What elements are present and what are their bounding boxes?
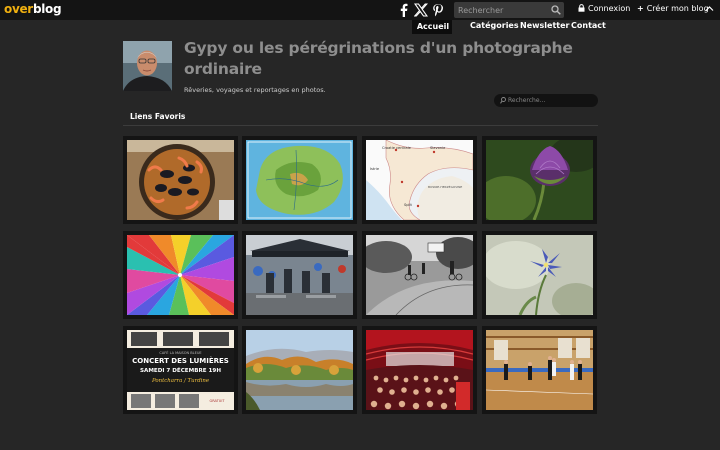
thumbnail-market-tent (246, 235, 353, 315)
blog-tagline: Rêveries, voyages et reportages en photo… (184, 86, 326, 94)
favorite-link-market-tent[interactable] (242, 231, 357, 319)
overblog-topbar: overblog Connexion +Créer mon blog (0, 0, 720, 20)
plus-icon: + (637, 4, 644, 13)
map-label-split: Split (404, 203, 413, 207)
favorite-link-bw-cyclists[interactable] (362, 231, 477, 319)
divider (123, 125, 598, 126)
favorite-link-artichoke-flower[interactable] (482, 136, 597, 224)
favorite-link-croatia-map[interactable]: Croatie centrale Slavonie BOSNIE-HERZÉGO… (362, 136, 477, 224)
blog-title[interactable]: Gypy ou les pérégrinations d'un photogra… (184, 38, 604, 80)
map-label-bosnie: BOSNIE-HERZÉGOVINE (428, 184, 462, 189)
favorite-link-concert-poster[interactable]: CAFÉ LA MAISON BLEUE CONCERT DES LUMIÈRE… (123, 326, 238, 414)
facebook-icon[interactable] (397, 3, 411, 17)
thumbnail-color-rays (127, 235, 234, 315)
map-label-croatie: Croatie centrale (382, 146, 412, 150)
creer-blog-label: Créer mon blog (646, 4, 709, 13)
lock-icon (578, 4, 585, 12)
blog-search-input[interactable] (508, 94, 594, 107)
blog-nav: Accueil Catégories Newsletter Contact (0, 20, 720, 34)
thumbnail-concert-poster: CAFÉ LA MAISON BLEUE CONCERT DES LUMIÈRE… (127, 330, 234, 410)
favorite-link-color-rays[interactable] (123, 231, 238, 319)
nav-categories[interactable]: Catégories (470, 21, 519, 30)
overblog-search-box (454, 2, 564, 18)
poster-date: SAMEDI 7 DÉCEMBRE 19H (140, 366, 221, 374)
overblog-logo[interactable]: overblog (4, 2, 62, 16)
search-icon (500, 97, 506, 104)
favorite-link-blue-flower[interactable] (482, 231, 597, 319)
pinterest-icon[interactable] (431, 3, 445, 17)
overblog-search-input[interactable] (454, 2, 546, 18)
chevron-up-icon[interactable] (705, 5, 714, 12)
favorite-link-theater[interactable] (362, 326, 477, 414)
favorite-link-paella[interactable] (123, 136, 238, 224)
thumbnail-artichoke-flower (486, 140, 593, 220)
section-heading: Liens Favoris (130, 112, 186, 121)
map-label-slavonie: Slavonie (430, 146, 446, 150)
connexion-label: Connexion (588, 4, 631, 13)
author-avatar[interactable] (123, 41, 172, 91)
nav-accueil[interactable]: Accueil (412, 20, 452, 34)
connexion-link[interactable]: Connexion (578, 4, 630, 13)
creer-blog-link[interactable]: + Créer mon blog (637, 4, 709, 13)
thumbnail-blue-flower (486, 235, 593, 315)
blog-search-box (494, 94, 598, 107)
thumbnail-autumn-lake (246, 330, 353, 410)
poster-badge: GRATUIT (210, 399, 226, 403)
x-twitter-icon[interactable] (414, 3, 428, 17)
nav-newsletter[interactable]: Newsletter (520, 21, 569, 30)
thumbnail-theater-audience (366, 330, 473, 410)
poster-place: Pontcharra / Turdine (151, 378, 209, 384)
logo-blog: blog (32, 2, 62, 16)
thumbnail-croatia-map: Croatie centrale Slavonie BOSNIE-HERZÉGO… (366, 140, 473, 220)
poster-title: CONCERT DES LUMIÈRES (132, 356, 229, 365)
thumbnail-island-map (246, 140, 353, 220)
nav-contact[interactable]: Contact (571, 21, 606, 30)
thumbnail-gym-sport (486, 330, 593, 410)
thumbnail-paella (127, 140, 234, 220)
favorite-link-reunion-map[interactable] (242, 136, 357, 224)
thumbnail-bw-cyclists (366, 235, 473, 315)
favorite-link-autumn-lake[interactable] (242, 326, 357, 414)
logo-over: over (4, 2, 33, 16)
search-icon[interactable] (551, 5, 561, 15)
map-label-istrie: Istrie (370, 167, 380, 171)
favorite-link-gym-sport[interactable] (482, 326, 597, 414)
poster-venue: CAFÉ LA MAISON BLEUE (159, 350, 201, 355)
